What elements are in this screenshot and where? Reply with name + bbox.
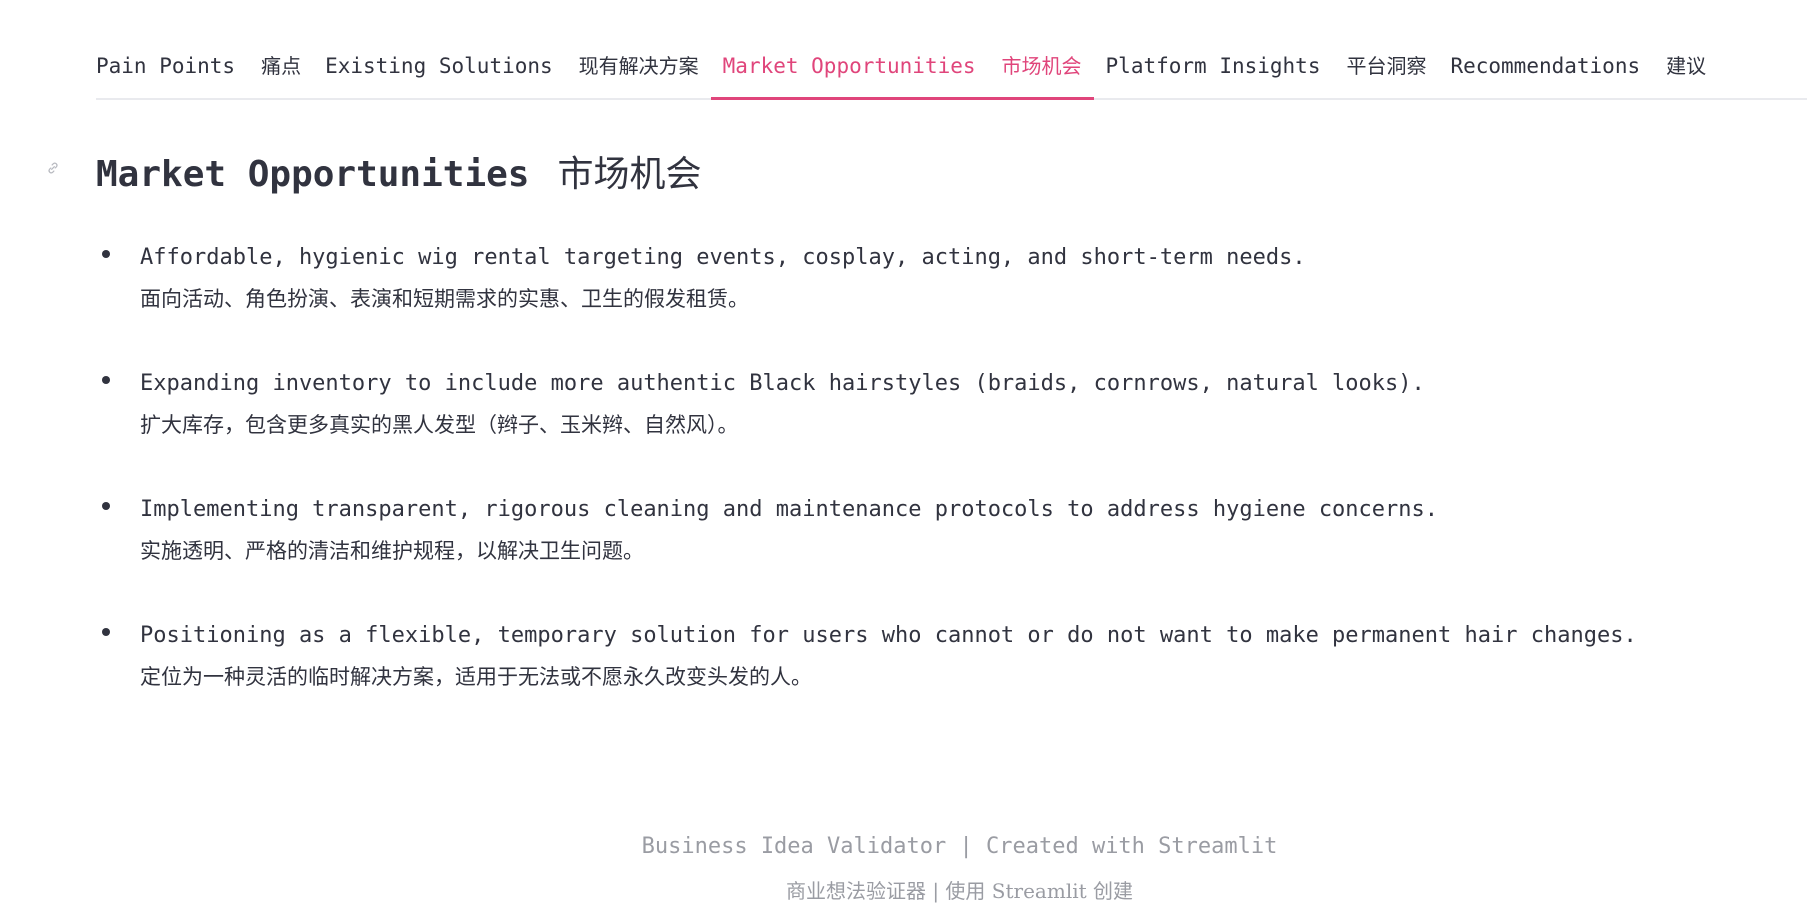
tab-market-opportunities[interactable]: Market Opportunities 市场机会 bbox=[710, 48, 1094, 100]
bullet-text-zh: 实施透明、严格的清洁和维护规程，以解决卫生问题。 bbox=[140, 539, 644, 563]
bullet-text-zh: 扩大库存，包含更多真实的黑人发型（辫子、玉米辫、自然风）。 bbox=[140, 413, 739, 437]
bullet-dot bbox=[102, 628, 110, 636]
link-icon[interactable] bbox=[46, 161, 60, 175]
tab-label-en: Pain Points bbox=[96, 54, 236, 78]
tab-label-zh: 现有解决方案 bbox=[578, 54, 699, 78]
list-item: Affordable, hygienic wig rental targetin… bbox=[96, 236, 1796, 366]
section-title-en: Market Opportunities bbox=[96, 154, 530, 195]
tab-existing-solutions[interactable]: Existing Solutions 现有解决方案 bbox=[313, 48, 711, 98]
tab-recommendations[interactable]: Recommendations 建议 bbox=[1438, 48, 1718, 98]
section-heading: Market Opportunities 市场机会 bbox=[96, 145, 702, 197]
tab-label-en: Platform Insights bbox=[1105, 54, 1321, 78]
footer-credit-zh: 商业想法验证器 | 使用 Streamlit 创建 bbox=[785, 879, 1134, 903]
bullet-text-en: Positioning as a flexible, temporary sol… bbox=[140, 623, 1637, 648]
tab-platform-insights[interactable]: Platform Insights 平台洞察 bbox=[1094, 48, 1439, 98]
bullet-text-zh: 定位为一种灵活的临时解决方案，适用于无法或不愿永久改变头发的人。 bbox=[140, 665, 812, 689]
tab-label-en: Recommendations bbox=[1450, 54, 1641, 78]
bullet-dot bbox=[102, 376, 110, 384]
tab-label-zh: 平台洞察 bbox=[1346, 54, 1427, 78]
list-item: Implementing transparent, rigorous clean… bbox=[96, 488, 1796, 618]
tab-label-en: Existing Solutions bbox=[325, 54, 553, 78]
tab-label-zh: 市场机会 bbox=[1001, 54, 1082, 78]
bullet-dot bbox=[102, 250, 110, 258]
footer: Business Idea Validator | Created with S… bbox=[0, 830, 1807, 906]
section-title-zh: 市场机会 bbox=[557, 154, 702, 195]
tab-pain-points[interactable]: Pain Points 痛点 bbox=[96, 48, 313, 98]
tab-bar: Pain Points 痛点 Existing Solutions 现有解决方案… bbox=[96, 48, 1807, 100]
tab-label-en: Market Opportunities bbox=[722, 54, 976, 78]
tab-label-zh: 建议 bbox=[1666, 54, 1707, 78]
footer-credit-en: Business Idea Validator | Created with S… bbox=[641, 834, 1278, 859]
bullet-text-en: Affordable, hygienic wig rental targetin… bbox=[140, 245, 1306, 270]
bullet-text-zh: 面向活动、角色扮演、表演和短期需求的实惠、卫生的假发租赁。 bbox=[140, 287, 749, 311]
bullet-text-en: Expanding inventory to include more auth… bbox=[140, 371, 1425, 396]
opportunities-list: Affordable, hygienic wig rental targetin… bbox=[96, 240, 1796, 744]
tab-label-zh: 痛点 bbox=[261, 54, 302, 78]
bullet-dot bbox=[102, 502, 110, 510]
list-item: Positioning as a flexible, temporary sol… bbox=[96, 614, 1796, 744]
list-item: Expanding inventory to include more auth… bbox=[96, 362, 1796, 492]
bullet-text-en: Implementing transparent, rigorous clean… bbox=[140, 497, 1439, 522]
